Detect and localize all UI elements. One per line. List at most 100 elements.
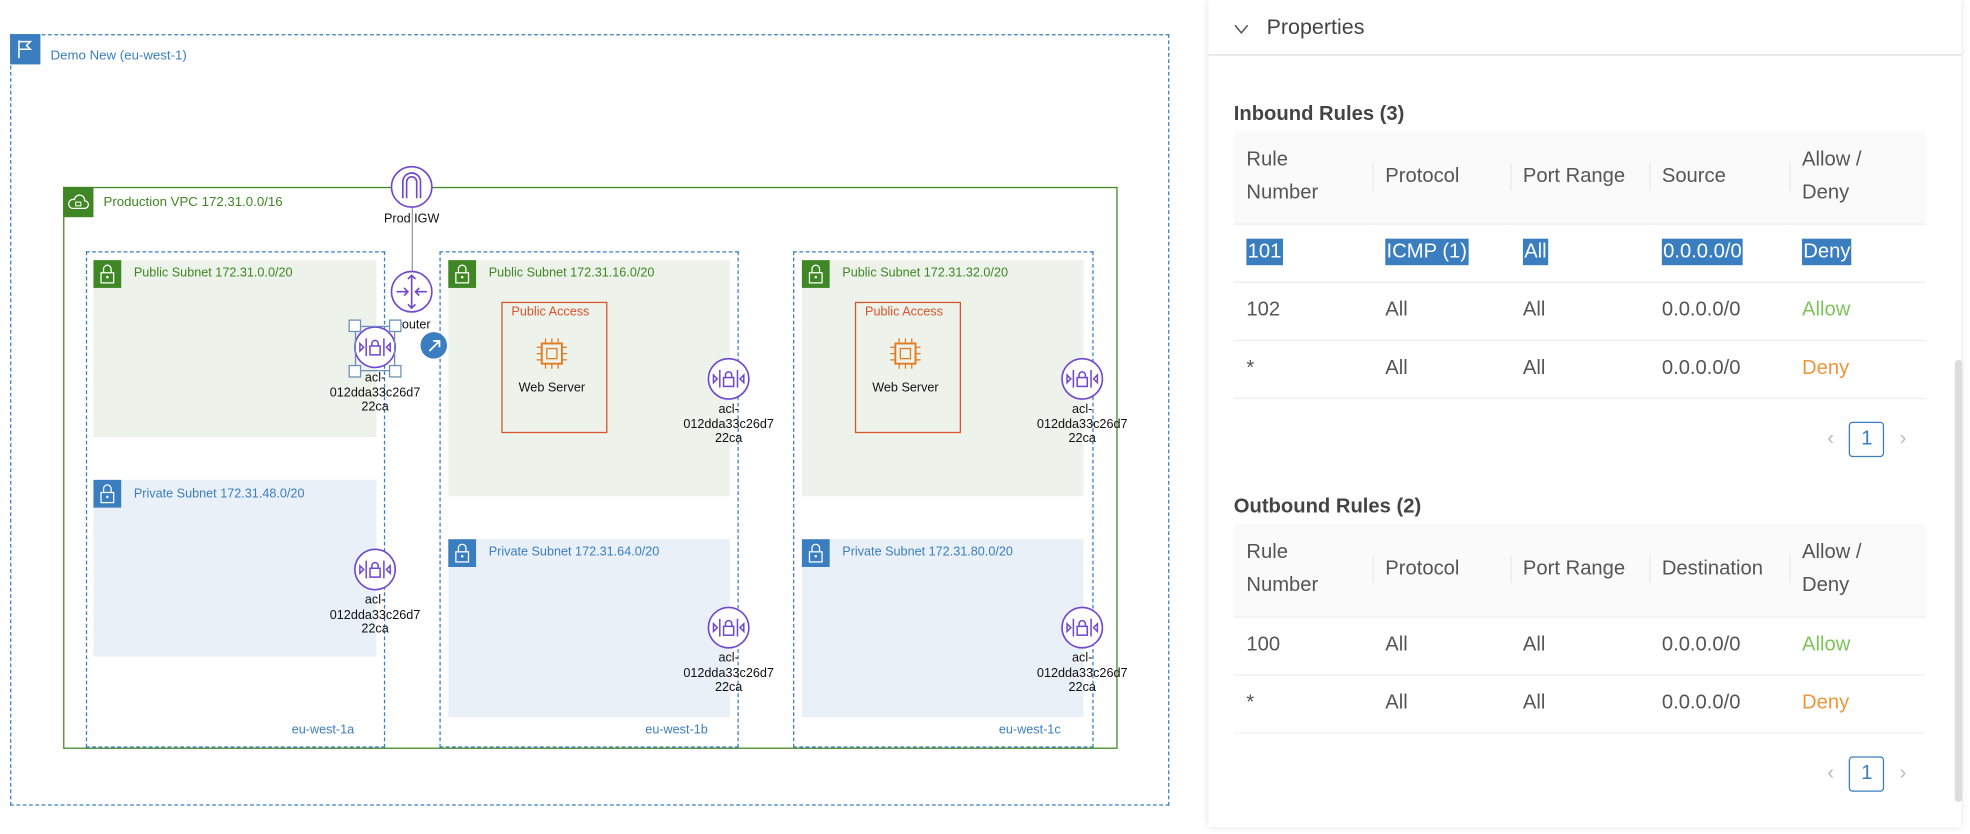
acl-label-line: acl- bbox=[718, 651, 739, 666]
cell-text: Allow bbox=[1802, 633, 1851, 656]
table-header-row: Rule Number Protocol Port Range Source Allow… bbox=[1233, 131, 1926, 225]
region-label: Demo New (eu-west-1) bbox=[50, 47, 187, 64]
column-header[interactable]: Protocol bbox=[1372, 131, 1511, 225]
cell-text: All bbox=[1522, 299, 1546, 321]
table-row[interactable]: 100 All All 0.0.0.0/0 Allow bbox=[1233, 616, 1926, 675]
acl-label-line: 012dda33c26d7 bbox=[1036, 417, 1128, 432]
cell-text: 0.0.0.0/0 bbox=[1661, 357, 1741, 379]
cell-text: All bbox=[1385, 692, 1408, 714]
az-label: eu-west-1a bbox=[291, 723, 355, 738]
resize-handle[interactable] bbox=[348, 319, 362, 333]
column-header[interactable]: Allow / Deny bbox=[1789, 524, 1926, 617]
scrollbar[interactable] bbox=[1954, 359, 1963, 802]
outbound-pagination: ‹ 1 › bbox=[1827, 756, 1907, 792]
cell-text: All bbox=[1522, 633, 1546, 656]
vpc-label: Production VPC 172.31.0.0/16 bbox=[103, 194, 283, 210]
next-page-icon[interactable]: › bbox=[1900, 763, 1907, 786]
page-button[interactable]: 1 bbox=[1849, 756, 1885, 792]
acl-label-line: acl- bbox=[1072, 402, 1093, 417]
network-acl-icon[interactable] bbox=[354, 548, 397, 591]
table-row[interactable]: 102 All All 0.0.0.0/0 Allow bbox=[1233, 281, 1926, 341]
ec2-chip-icon[interactable] bbox=[888, 336, 923, 378]
acl-label-line: acl- bbox=[1072, 651, 1093, 666]
cell-text: 102 bbox=[1246, 299, 1281, 321]
acl-label-line: 012dda33c26d7 bbox=[683, 417, 774, 432]
table-header-row: Rule Number Protocol Port Range Destination… bbox=[1233, 524, 1926, 617]
next-page-icon[interactable]: › bbox=[1900, 428, 1907, 451]
table-cell: 0.0.0.0/0 bbox=[1649, 281, 1790, 341]
acl-label-line: 22ca bbox=[1068, 680, 1096, 695]
network-acl-icon[interactable] bbox=[1061, 357, 1104, 400]
acl-label-line: 012dda33c26d7 bbox=[329, 608, 421, 622]
cell-text: 0.0.0.0/0 bbox=[1661, 633, 1741, 656]
cell-text: 100 bbox=[1246, 633, 1281, 656]
resize-handle[interactable] bbox=[348, 364, 362, 378]
inbound-rules-title: Inbound Rules (3) bbox=[1233, 103, 1405, 126]
public-subnet-label: Public Subnet 172.31.32.0/20 bbox=[842, 266, 1008, 281]
private-subnet-label: Private Subnet 172.31.64.0/20 bbox=[488, 545, 660, 560]
table-cell: 101 bbox=[1233, 223, 1373, 283]
column-header[interactable]: Rule Number bbox=[1233, 524, 1373, 617]
network-acl-icon[interactable] bbox=[707, 606, 750, 649]
properties-panel: Properties Inbound Rules (3) Rule Number… bbox=[1208, 0, 1963, 828]
table-cell: All bbox=[1510, 281, 1650, 341]
properties-header[interactable]: Properties bbox=[1208, 0, 1962, 56]
cell-text: * bbox=[1246, 692, 1255, 714]
table-cell: 0.0.0.0/0 bbox=[1649, 339, 1790, 399]
table-row[interactable]: * All All 0.0.0.0/0 Deny bbox=[1233, 674, 1926, 734]
acl-label-line: 012dda33c26d7 bbox=[329, 385, 421, 400]
security-group-label: Public Access bbox=[865, 305, 943, 320]
prev-page-icon[interactable]: ‹ bbox=[1827, 428, 1834, 451]
internet-gateway-icon[interactable] bbox=[390, 165, 433, 208]
acl-label-line: 22ca bbox=[361, 622, 389, 637]
table-row[interactable]: * All All 0.0.0.0/0 Deny bbox=[1233, 339, 1926, 399]
igw-label: Prod IGW bbox=[383, 212, 440, 227]
table-cell: All bbox=[1510, 674, 1650, 734]
column-header[interactable]: Rule Number bbox=[1233, 131, 1373, 225]
table-cell: All bbox=[1372, 674, 1511, 734]
page-button[interactable]: 1 bbox=[1849, 421, 1885, 458]
table-cell: All bbox=[1372, 616, 1511, 675]
cell-text: 0.0.0.0/0 bbox=[1661, 238, 1744, 266]
column-header[interactable]: Port Range bbox=[1510, 131, 1650, 225]
cell-text: ICMP (1) bbox=[1385, 238, 1469, 266]
table-cell: Deny bbox=[1789, 339, 1926, 399]
table-row[interactable]: 101 ICMP (1) All 0.0.0.0/0 Deny bbox=[1233, 223, 1926, 283]
table-cell: 0.0.0.0/0 bbox=[1649, 616, 1790, 675]
public-subnet-label: Public Subnet 172.31.0.0/20 bbox=[133, 266, 293, 281]
router-icon[interactable] bbox=[390, 270, 433, 313]
web-server-label: Web Server bbox=[518, 381, 586, 396]
table-cell: * bbox=[1233, 339, 1373, 399]
cell-text: All bbox=[1522, 357, 1546, 379]
cell-text: All bbox=[1385, 633, 1408, 656]
outbound-rules-title: Outbound Rules (2) bbox=[1233, 496, 1422, 518]
private-subnet-label: Private Subnet 172.31.48.0/20 bbox=[133, 487, 305, 502]
chevron-down-icon[interactable] bbox=[1234, 15, 1249, 40]
prev-page-icon[interactable]: ‹ bbox=[1827, 763, 1834, 786]
table-cell: Deny bbox=[1789, 674, 1926, 734]
column-header[interactable]: Protocol bbox=[1372, 524, 1511, 617]
public-subnet-lock-icon bbox=[93, 260, 122, 288]
network-acl-icon[interactable] bbox=[707, 357, 750, 400]
cell-text: 0.0.0.0/0 bbox=[1661, 299, 1741, 321]
table-cell: 0.0.0.0/0 bbox=[1649, 223, 1790, 283]
acl-label: acl- 012dda33c26d7 22ca bbox=[312, 371, 438, 415]
table-cell: 102 bbox=[1233, 281, 1373, 341]
cell-text: Deny bbox=[1802, 357, 1850, 379]
acl-label-line: acl- bbox=[364, 593, 386, 608]
column-header[interactable]: Allow / Deny bbox=[1789, 131, 1926, 225]
resize-handle[interactable] bbox=[388, 319, 402, 333]
connect-arrow-button[interactable] bbox=[420, 332, 448, 359]
table-cell: 100 bbox=[1233, 616, 1373, 675]
column-header[interactable]: Source bbox=[1649, 131, 1790, 225]
az-label: eu-west-1c bbox=[998, 723, 1061, 738]
column-header[interactable]: Port Range bbox=[1510, 524, 1650, 617]
network-acl-icon[interactable] bbox=[1061, 606, 1104, 649]
resize-handle[interactable] bbox=[388, 364, 402, 378]
cell-text: 0.0.0.0/0 bbox=[1661, 692, 1741, 714]
ec2-chip-icon[interactable] bbox=[534, 336, 569, 378]
column-header[interactable]: Destination bbox=[1649, 524, 1790, 617]
private-subnet-label: Private Subnet 172.31.80.0/20 bbox=[842, 545, 1013, 560]
outbound-rules-table: Rule Number Protocol Port Range Destination… bbox=[1233, 524, 1926, 734]
table-cell: 0.0.0.0/0 bbox=[1649, 674, 1790, 734]
